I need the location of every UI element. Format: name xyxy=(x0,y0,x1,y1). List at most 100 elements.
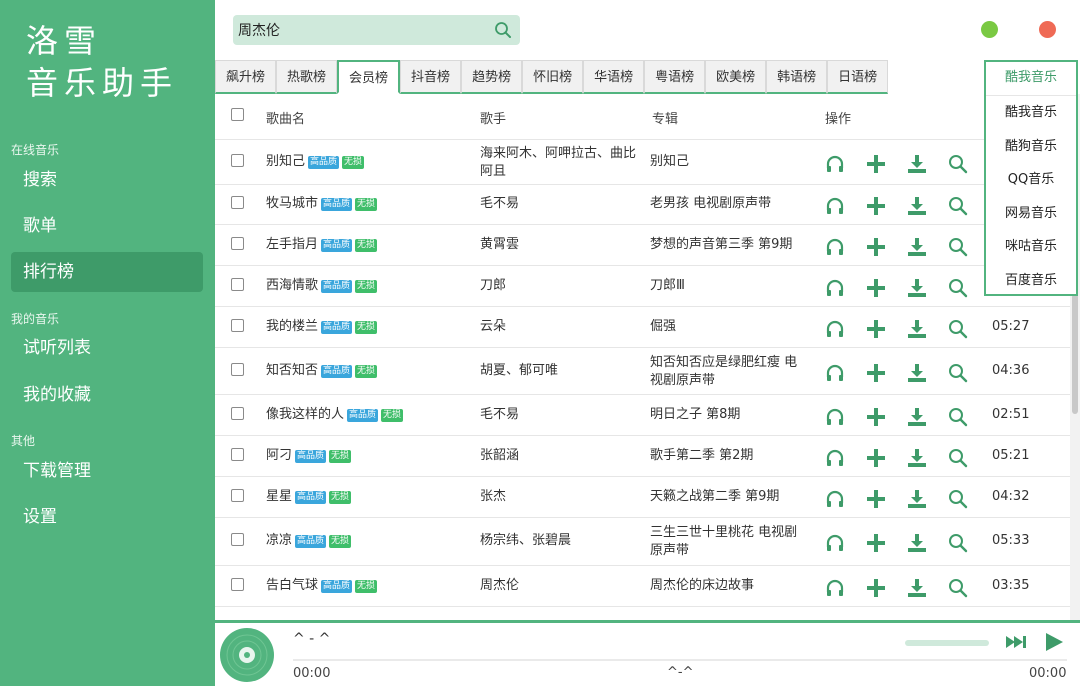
add-icon[interactable] xyxy=(865,318,887,340)
tab-8[interactable]: 欧美榜 xyxy=(705,60,767,94)
album-cell[interactable]: 梦想的声音第三季 第9期 xyxy=(650,236,825,254)
add-icon[interactable] xyxy=(865,447,887,469)
add-icon[interactable] xyxy=(865,362,887,384)
source-option[interactable]: 咪咕音乐 xyxy=(986,230,1076,264)
search-song-icon[interactable] xyxy=(947,277,969,299)
tab-0[interactable]: 飙升榜 xyxy=(215,60,277,94)
scroll-thumb[interactable] xyxy=(1072,294,1078,414)
add-icon[interactable] xyxy=(865,577,887,599)
tab-9[interactable]: 韩语榜 xyxy=(766,60,828,94)
table-row[interactable]: 知否知否 高品质 无损 胡夏、郁可唯 知否知否应是绿肥红瘦 电视剧原声带 04:36 xyxy=(215,348,1070,395)
tab-1[interactable]: 热歌榜 xyxy=(276,60,338,94)
row-checkbox[interactable] xyxy=(231,488,244,502)
table-row[interactable]: 星星 高品质 无损 张杰 天籁之战第二季 第9期 04:32 xyxy=(215,477,1070,518)
download-icon[interactable] xyxy=(906,532,928,554)
row-checkbox[interactable] xyxy=(231,577,244,591)
search-input[interactable] xyxy=(238,15,478,45)
table-row[interactable]: 像我这样的人 高品质 无损 毛不易 明日之子 第8期 02:51 xyxy=(215,395,1070,436)
artist-cell[interactable]: 云朵 xyxy=(480,318,645,336)
sidebar-item-downloads[interactable]: 下载管理 xyxy=(11,451,203,491)
search-song-icon[interactable] xyxy=(947,236,969,258)
row-checkbox[interactable] xyxy=(231,318,244,332)
album-cell[interactable]: 三生三世十里桃花 电视剧原声带 xyxy=(650,524,800,560)
row-checkbox[interactable] xyxy=(231,406,244,420)
artist-cell[interactable]: 杨宗纬、张碧晨 xyxy=(480,532,645,550)
minimize-button[interactable] xyxy=(981,21,998,38)
play-icon[interactable] xyxy=(1041,631,1067,653)
sidebar-item-search[interactable]: 搜索 xyxy=(11,160,203,200)
album-cell[interactable]: 倔强 xyxy=(650,318,825,336)
source-option[interactable]: 网易音乐 xyxy=(986,197,1076,231)
table-row[interactable]: 牧马城市 高品质 无损 毛不易 老男孩 电视剧原声带 xyxy=(215,185,1070,225)
album-cell[interactable]: 周杰伦的床边故事 xyxy=(650,577,825,595)
table-row[interactable]: 左手指月 高品质 无损 黄霄雲 梦想的声音第三季 第9期 xyxy=(215,225,1070,266)
album-cell[interactable]: 知否知否应是绿肥红瘦 电视剧原声带 xyxy=(650,354,800,390)
source-current[interactable]: 酷我音乐 xyxy=(986,62,1076,96)
listen-icon[interactable] xyxy=(824,532,846,554)
artist-cell[interactable]: 海来阿木、阿呷拉古、曲比阿且 xyxy=(480,145,645,181)
table-row[interactable]: 告白气球 高品质 无损 周杰伦 周杰伦的床边故事 03:35 xyxy=(215,566,1070,607)
search-song-icon[interactable] xyxy=(947,362,969,384)
download-icon[interactable] xyxy=(906,447,928,469)
row-checkbox[interactable] xyxy=(231,447,244,461)
download-icon[interactable] xyxy=(906,406,928,428)
download-icon[interactable] xyxy=(906,577,928,599)
sidebar-item-favorites[interactable]: 我的收藏 xyxy=(11,375,203,415)
listen-icon[interactable] xyxy=(824,277,846,299)
row-checkbox[interactable] xyxy=(231,153,244,167)
listen-icon[interactable] xyxy=(824,236,846,258)
search-song-icon[interactable] xyxy=(947,406,969,428)
listen-icon[interactable] xyxy=(824,195,846,217)
row-checkbox[interactable] xyxy=(231,277,244,291)
sidebar-item-playlists[interactable]: 歌单 xyxy=(11,206,203,246)
artist-cell[interactable]: 张韶涵 xyxy=(480,447,645,465)
artist-cell[interactable]: 毛不易 xyxy=(480,406,645,424)
add-icon[interactable] xyxy=(865,532,887,554)
download-icon[interactable] xyxy=(906,277,928,299)
listen-icon[interactable] xyxy=(824,362,846,384)
listen-icon[interactable] xyxy=(824,153,846,175)
listen-icon[interactable] xyxy=(824,488,846,510)
download-icon[interactable] xyxy=(906,153,928,175)
table-row[interactable]: 凉凉 高品质 无损 杨宗纬、张碧晨 三生三世十里桃花 电视剧原声带 05:33 xyxy=(215,518,1070,566)
table-row[interactable]: 别知己 高品质 无损 海来阿木、阿呷拉古、曲比阿且 别知己 xyxy=(215,140,1070,185)
artist-cell[interactable]: 张杰 xyxy=(480,488,645,506)
album-cell[interactable]: 歌手第二季 第2期 xyxy=(650,447,825,465)
add-icon[interactable] xyxy=(865,236,887,258)
volume-slider[interactable] xyxy=(905,640,989,646)
listen-icon[interactable] xyxy=(824,447,846,469)
row-checkbox[interactable] xyxy=(231,533,244,546)
source-option[interactable]: 百度音乐 xyxy=(986,264,1076,298)
search-song-icon[interactable] xyxy=(947,195,969,217)
disc-icon[interactable] xyxy=(219,627,275,683)
album-cell[interactable]: 刀郎Ⅲ xyxy=(650,277,825,295)
source-option[interactable]: 酷我音乐 xyxy=(986,96,1076,130)
artist-cell[interactable]: 胡夏、郁可唯 xyxy=(480,362,645,380)
listen-icon[interactable] xyxy=(824,318,846,340)
download-icon[interactable] xyxy=(906,362,928,384)
add-icon[interactable] xyxy=(865,277,887,299)
download-icon[interactable] xyxy=(906,488,928,510)
add-icon[interactable] xyxy=(865,153,887,175)
search-song-icon[interactable] xyxy=(947,488,969,510)
tab-4[interactable]: 趋势榜 xyxy=(461,60,523,94)
artist-cell[interactable]: 周杰伦 xyxy=(480,577,645,595)
add-icon[interactable] xyxy=(865,406,887,428)
source-option[interactable]: 酷狗音乐 xyxy=(986,130,1076,164)
download-icon[interactable] xyxy=(906,195,928,217)
add-icon[interactable] xyxy=(865,488,887,510)
source-dropdown[interactable]: 酷我音乐 酷我音乐 酷狗音乐 QQ音乐 网易音乐 咪咕音乐 百度音乐 xyxy=(984,60,1078,296)
sidebar-item-leaderboard[interactable]: 排行榜 xyxy=(11,252,203,292)
album-cell[interactable]: 别知己 xyxy=(650,153,825,171)
search-icon[interactable] xyxy=(494,21,512,39)
select-all-checkbox[interactable] xyxy=(231,108,244,121)
table-row[interactable]: 阿刁 高品质 无损 张韶涵 歌手第二季 第2期 05:21 xyxy=(215,436,1070,477)
artist-cell[interactable]: 黄霄雲 xyxy=(480,236,645,254)
search-song-icon[interactable] xyxy=(947,532,969,554)
tab-2[interactable]: 会员榜 xyxy=(337,60,401,94)
tab-6[interactable]: 华语榜 xyxy=(583,60,645,94)
tab-7[interactable]: 粤语榜 xyxy=(644,60,706,94)
next-icon[interactable] xyxy=(1003,631,1029,653)
download-icon[interactable] xyxy=(906,236,928,258)
search-song-icon[interactable] xyxy=(947,318,969,340)
